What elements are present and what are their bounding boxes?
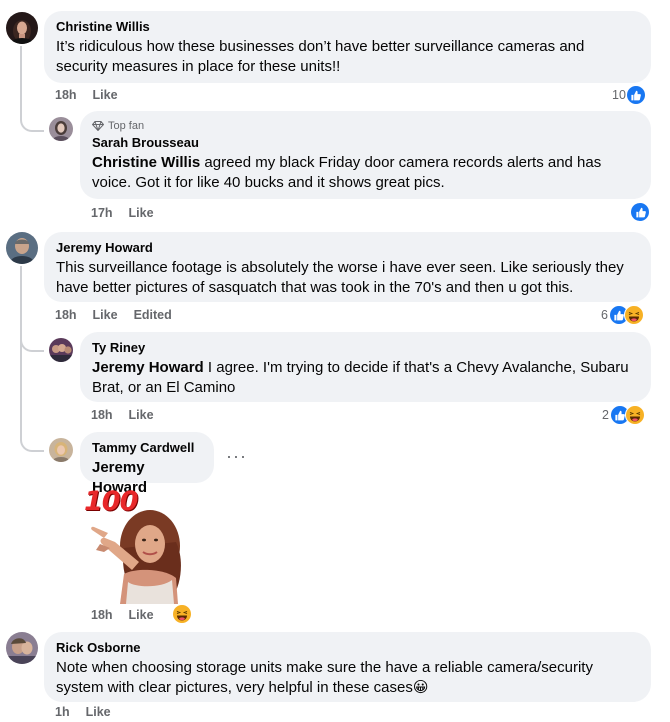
like-button[interactable]: Like	[93, 87, 118, 103]
grinning-emoji-icon: 😀	[412, 679, 429, 696]
comment-author[interactable]: Rick Osborne	[56, 640, 639, 656]
comment-text: Jeremy Howard I agree. I'm trying to dec…	[92, 358, 639, 398]
avatar-christine-icon	[6, 12, 38, 44]
thread-line-1	[20, 46, 44, 132]
like-button[interactable]: Like	[129, 607, 154, 623]
comment-actions: 1h Like	[55, 704, 111, 720]
comment-timestamp[interactable]: 1h	[55, 704, 70, 720]
like-icon	[630, 202, 650, 222]
reaction-summary[interactable]	[172, 604, 192, 624]
avatar-sarah-icon	[49, 117, 73, 141]
comment-text: Note when choosing storage units make su…	[56, 658, 639, 698]
haha-icon	[172, 604, 192, 624]
reaction-summary[interactable]	[630, 202, 650, 222]
like-button[interactable]: Like	[86, 704, 111, 720]
avatar[interactable]	[6, 232, 38, 264]
comment-text: This surveillance footage is absolutely …	[56, 259, 624, 296]
avatar[interactable]	[49, 117, 73, 141]
comment-author[interactable]: Tammy Cardwell	[92, 440, 202, 456]
comment-body: Note when choosing storage units make su…	[56, 659, 593, 696]
comment-actions: 18h Like	[91, 407, 154, 423]
comment-timestamp[interactable]: 18h	[91, 607, 113, 623]
avatar[interactable]	[6, 12, 38, 44]
comment-author[interactable]: Jeremy Howard	[56, 240, 639, 256]
comment-author[interactable]: Sarah Brousseau	[92, 135, 639, 151]
avatar-ty-icon	[49, 338, 73, 362]
comment-bubble: Rick Osborne Note when choosing storage …	[44, 632, 651, 702]
avatar-rick-icon	[6, 632, 38, 664]
reaction-summary[interactable]: 10	[612, 85, 646, 105]
mention-link[interactable]: Christine Willis	[92, 154, 200, 171]
reply-bubble: Tammy Cardwell Jeremy Howard	[80, 432, 214, 496]
comment-timestamp[interactable]: 18h	[55, 307, 77, 323]
reply-bubble: Ty Riney Jeremy Howard I agree. I'm tryi…	[80, 332, 651, 402]
top-fan-badge: Top fan	[92, 119, 639, 133]
comment-actions: 18h Like	[91, 607, 154, 623]
avatar[interactable]	[6, 632, 38, 664]
comment-timestamp[interactable]: 17h	[91, 205, 113, 221]
haha-icon	[624, 405, 645, 425]
reaction-count: 6	[601, 308, 608, 322]
badge-label: Top fan	[108, 120, 145, 132]
sticker-100-text: 100	[84, 486, 138, 517]
haha-icon	[623, 305, 644, 325]
mention-link[interactable]: Jeremy Howard	[92, 359, 204, 376]
comment-actions: 18h Like	[55, 87, 118, 103]
like-button[interactable]: Like	[93, 307, 118, 323]
comment-timestamp[interactable]: 18h	[55, 87, 77, 103]
comment-text: It’s ridiculous how these businesses don…	[56, 38, 585, 75]
like-button[interactable]: Like	[129, 205, 154, 221]
comment-text: Christine Willis agreed my black Friday …	[92, 153, 639, 193]
more-options-button[interactable]: ···	[226, 446, 247, 467]
comment-author[interactable]: Christine Willis	[56, 19, 639, 35]
comment-actions: 18h Like Edited	[55, 307, 172, 323]
diamond-icon	[92, 121, 104, 131]
reaction-summary[interactable]: 6	[601, 305, 644, 325]
comment-author[interactable]: Ty Riney	[92, 340, 639, 356]
avatar[interactable]	[49, 438, 73, 462]
like-button[interactable]: Like	[129, 407, 154, 423]
avatar-jeremy-icon	[6, 232, 38, 264]
edited-label: Edited	[133, 308, 172, 322]
like-icon	[625, 85, 646, 105]
reaction-summary[interactable]: 2	[602, 405, 645, 425]
thread-line-2b	[20, 340, 44, 452]
reply-bubble: Top fan Sarah Brousseau Christine Willis…	[80, 111, 651, 199]
comment-bubble: Christine Willis It’s ridiculous how the…	[44, 11, 651, 83]
comment-bubble: Jeremy Howard This surveillance footage …	[44, 232, 651, 302]
reaction-count: 2	[602, 408, 609, 422]
avatar[interactable]	[49, 338, 73, 362]
pointing-woman-sticker[interactable]: 100	[80, 486, 184, 604]
reaction-count: 10	[612, 88, 626, 102]
comment-actions: 17h Like	[91, 205, 154, 221]
avatar-tammy-icon	[49, 438, 73, 462]
comment-timestamp[interactable]: 18h	[91, 407, 113, 423]
